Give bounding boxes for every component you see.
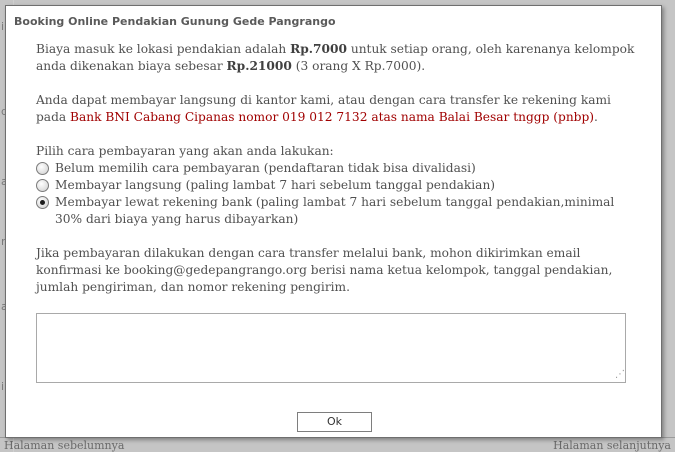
background-footer: Halaman sebelumnya Halaman selanjutnya <box>0 437 675 452</box>
radio-button-checked[interactable] <box>36 196 49 209</box>
fee-paragraph: Biaya masuk ke lokasi pendakian adalah R… <box>36 41 636 75</box>
sidebar-fragment: i <box>1 380 5 393</box>
booking-dialog: Booking Online Pendakian Gunung Gede Pan… <box>5 5 662 438</box>
dialog-title: Booking Online Pendakian Gunung Gede Pan… <box>14 15 336 28</box>
payment-option-label: Belum memilih cara pembayaran (pendaftar… <box>55 161 476 175</box>
payment-option-direct[interactable]: Membayar langsung (paling lambat 7 hari … <box>36 177 636 194</box>
payment-method-prompt: Pilih cara pembayaran yang akan anda lak… <box>36 144 334 158</box>
bank-account-info: Bank BNI Cabang Cipanas nomor 019 012 71… <box>70 110 595 124</box>
radio-button[interactable] <box>36 179 49 192</box>
email-instructions: Jika pembayaran dilakukan dengan cara tr… <box>36 246 613 294</box>
fee-text: Biaya masuk ke lokasi pendakian adalah <box>36 42 291 56</box>
prev-page-link[interactable]: Halaman sebelumnya <box>4 439 124 452</box>
notes-textarea[interactable] <box>36 313 626 383</box>
payment-info-paragraph: Anda dapat membayar langsung di kantor k… <box>36 92 636 126</box>
payment-option-none[interactable]: Belum memilih cara pembayaran (pendaftar… <box>36 160 636 177</box>
total-price: Rp.21000 <box>226 59 292 73</box>
radio-button[interactable] <box>36 162 49 175</box>
payment-info-text: . <box>594 110 598 124</box>
payment-option-label: Membayar lewat rekening bank (paling lam… <box>55 195 615 226</box>
resize-grip-icon[interactable]: ⋰ <box>614 369 625 380</box>
payment-option-bank[interactable]: Membayar lewat rekening bank (paling lam… <box>36 194 636 228</box>
payment-option-label: Membayar langsung (paling lambat 7 hari … <box>55 178 496 192</box>
dialog-content: Biaya masuk ke lokasi pendakian adalah R… <box>36 41 636 313</box>
fee-text: (3 orang X Rp.7000). <box>291 59 426 73</box>
sidebar-fragment: i <box>1 20 5 33</box>
price-each: Rp.7000 <box>290 42 347 56</box>
ok-button[interactable]: Ok <box>297 412 372 432</box>
payment-method-group: Pilih cara pembayaran yang akan anda lak… <box>36 143 636 228</box>
next-page-link[interactable]: Halaman selanjutnya <box>553 439 671 452</box>
